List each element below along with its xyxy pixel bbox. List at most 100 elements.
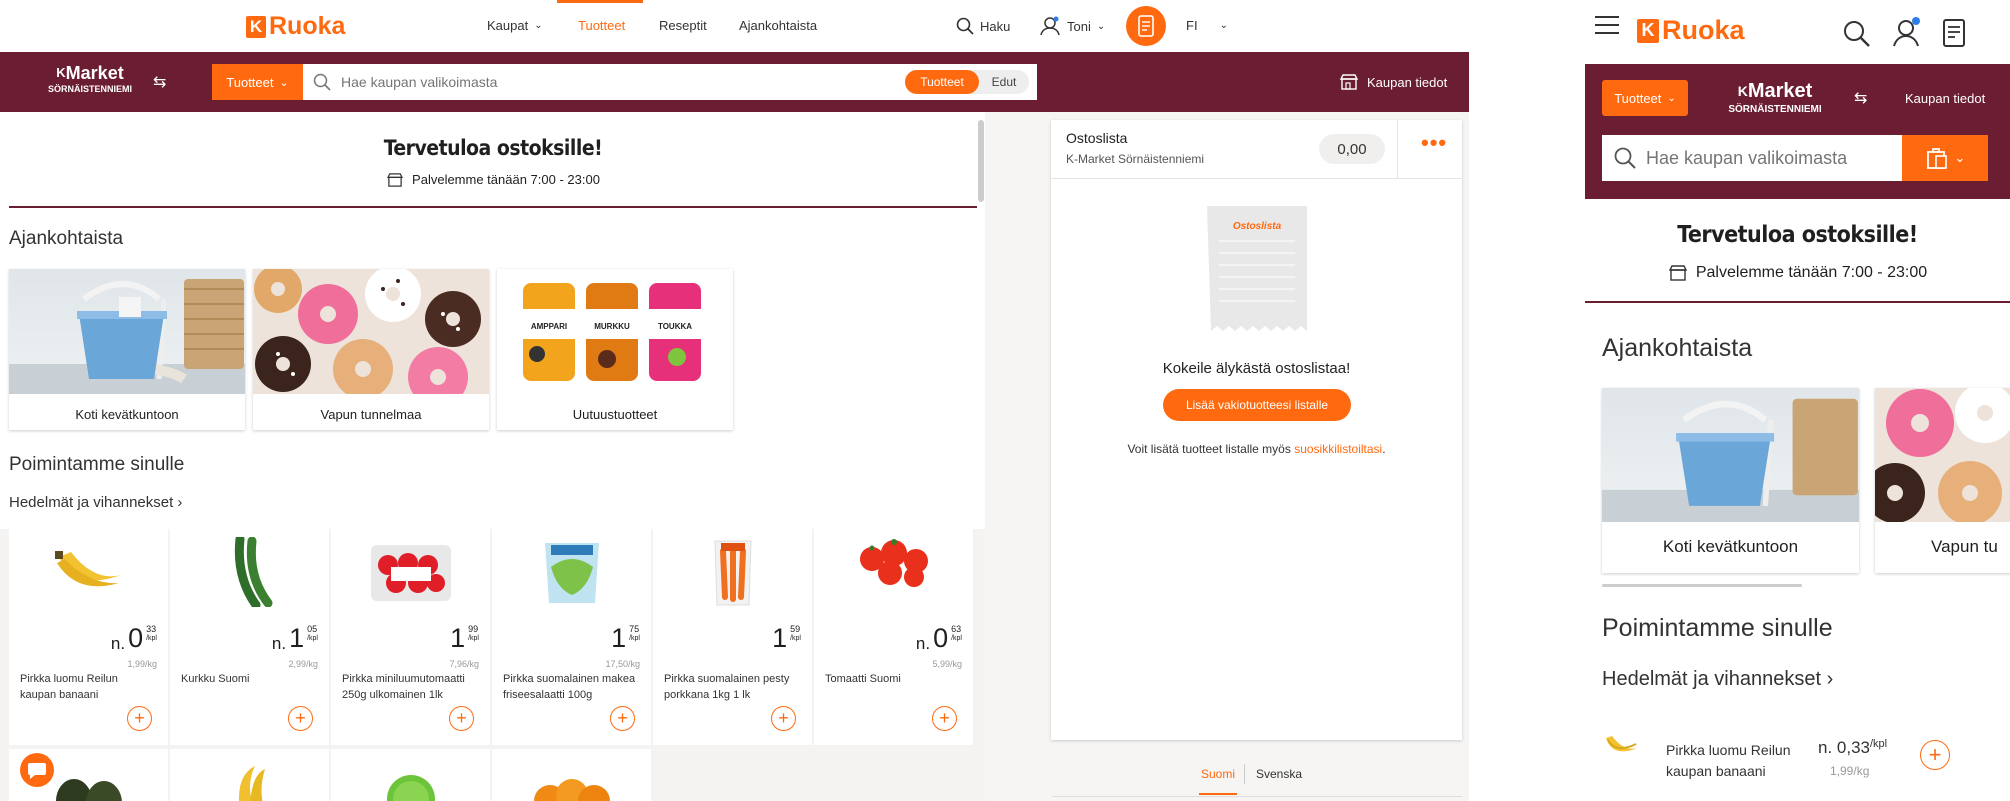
add-to-cart-button[interactable]: + xyxy=(127,706,152,731)
k-ruoka-logo[interactable]: K Ruoka xyxy=(1637,15,1745,46)
hours-text: Palvelemme tänään 7:00 - 23:00 xyxy=(1695,264,1928,281)
price-per-kg: 1,99/kg xyxy=(127,659,157,669)
mobile-category-link[interactable]: Hedelmät ja vihannekset › xyxy=(1602,668,1833,691)
can-label: MURKKU xyxy=(594,322,630,331)
mobile-picks-title: Poimintamme sinulle xyxy=(1602,614,1833,642)
search-icon xyxy=(1614,147,1636,169)
k-ruoka-logo[interactable]: K Ruoka xyxy=(246,12,345,41)
hint-text: Voit lisätä tuotteet listalle myös xyxy=(1127,442,1295,456)
change-store-icon[interactable]: ⇆ xyxy=(153,72,166,92)
search-link-label: Haku xyxy=(980,18,1011,34)
chat-button[interactable] xyxy=(20,753,54,787)
store-k: K xyxy=(56,65,66,80)
language-selector[interactable]: FI ⌄ xyxy=(1186,18,1228,33)
receipt-icon[interactable] xyxy=(1941,18,1967,48)
can-label: AMPPARI xyxy=(531,322,567,331)
mobile-card-koti[interactable]: Koti kevätkuntoon xyxy=(1602,388,1859,573)
card-koti-kevatkuntoon[interactable]: Koti kevätkuntoon xyxy=(9,269,245,430)
plus-icon: + xyxy=(1928,742,1942,767)
add-to-cart-button[interactable]: + xyxy=(610,706,635,731)
nav-label: Ajankohtaista xyxy=(739,18,818,33)
mobile-card-vapun[interactable]: Vapun tu xyxy=(1875,388,2010,573)
product-card[interactable] xyxy=(331,749,490,801)
change-store-icon[interactable]: ⇆ xyxy=(1854,88,1867,108)
mobile-welcome-title: Tervetuloa ostoksille! xyxy=(1677,222,1918,248)
store-info-link[interactable]: Kaupan tiedot xyxy=(1339,74,1447,90)
divider xyxy=(1051,178,1462,179)
search-icon[interactable] xyxy=(1843,20,1871,48)
mobile-search-field xyxy=(1602,135,1902,181)
divider xyxy=(1397,120,1398,178)
product-card[interactable]: 1 75/kpl 17,50/kg Pirkka suomalainen makea … xyxy=(492,529,651,745)
search-category-dropdown[interactable]: Tuotteet ⌄ xyxy=(212,64,303,100)
product-card[interactable]: 1 59/kpl Pirkka suomalainen pesty porkkana… xyxy=(653,529,812,745)
product-card[interactable]: n. 0 33/kpl 1,99/kg Pirkka luomu Reilun kaup… xyxy=(9,529,168,745)
product-card[interactable] xyxy=(492,749,651,801)
carousel-scrollbar[interactable] xyxy=(1602,584,1802,587)
product-card[interactable] xyxy=(170,749,329,801)
price-unit: /kpl xyxy=(629,635,640,642)
shopping-list-button[interactable] xyxy=(1126,6,1166,46)
product-image xyxy=(814,537,973,587)
plus-icon: + xyxy=(134,708,145,728)
nav-tuotteet[interactable]: Tuotteet xyxy=(578,18,625,33)
search-input[interactable] xyxy=(341,74,901,90)
card-label: Vapun tu xyxy=(1931,537,1998,556)
card-image: AMPPARI MURKKU TOUKKA xyxy=(497,269,733,394)
favorites-link[interactable]: suosikkilistoiltasi xyxy=(1294,442,1382,456)
lime-image xyxy=(387,775,435,801)
add-to-cart-button[interactable]: + xyxy=(771,706,796,731)
store-info-label: Kaupan tiedot xyxy=(1367,74,1448,90)
receipt-icon xyxy=(1138,15,1154,37)
mobile-search-input[interactable] xyxy=(1646,147,1896,169)
price-unit: /kpl xyxy=(790,635,801,642)
add-to-cart-button[interactable]: + xyxy=(449,706,474,731)
chevron-down-icon: ⌄ xyxy=(534,20,543,31)
price-euros: 1 xyxy=(772,623,788,653)
add-to-cart-button[interactable]: + xyxy=(932,706,957,731)
search-link[interactable]: Haku xyxy=(956,17,1010,35)
card-image xyxy=(1875,388,2010,522)
toggle-products[interactable]: Tuotteet xyxy=(905,70,979,94)
search-scope-toggle: Tuotteet Edut xyxy=(905,70,1029,94)
card-uutuustuotteet[interactable]: AMPPARI MURKKU TOUKKA Uutuustuotteet xyxy=(497,269,733,430)
store-info-link[interactable]: Kaupan tiedot xyxy=(1905,91,1985,106)
product-card[interactable]: n. 1 05/kpl 2,99/kg Kurkku Suomi + xyxy=(170,529,329,745)
product-card[interactable]: n. 0 63/kpl 5,99/kg Tomaatti Suomi + xyxy=(814,529,973,745)
mobile-search-scope-button[interactable]: ⌄ xyxy=(1902,135,1988,181)
chevron-down-icon: ⌄ xyxy=(1954,150,1966,165)
more-options-icon[interactable]: ••• xyxy=(1421,130,1447,156)
k-logo-box: K xyxy=(1637,18,1659,43)
store-icon xyxy=(1339,74,1359,90)
mobile-category-dropdown[interactable]: Tuotteet ⌄ xyxy=(1602,80,1688,116)
user-icon[interactable] xyxy=(1891,16,1923,48)
card-label: Vapun tunnelmaa xyxy=(320,407,422,422)
mobile-store-logo[interactable]: KMarket SÖRNÄISTENNIEMI xyxy=(1720,81,1830,115)
nav-kaupat[interactable]: Kaupat ⌄ xyxy=(487,18,543,33)
card-vapun-tunnelmaa[interactable]: Vapun tunnelmaa xyxy=(253,269,489,430)
price-prefix: n. xyxy=(915,634,931,653)
scrollbar-thumb[interactable] xyxy=(978,120,984,202)
toggle-deals[interactable]: Edut xyxy=(979,70,1029,94)
nav-reseptit[interactable]: Reseptit xyxy=(659,18,707,33)
product-card[interactable]: 1 99/kpl 7,96/kg Pirkka miniluumutomaatti 2… xyxy=(331,529,490,745)
add-to-cart-button[interactable]: + xyxy=(1920,740,1950,770)
price-cents: 99 xyxy=(468,624,479,634)
store-name: SÖRNÄISTENNIEMI xyxy=(1728,104,1822,115)
lang-tab-suomi[interactable]: Suomi xyxy=(1201,767,1235,781)
mobile-product-row[interactable]: Pirkka luomu Reilun kaupan banaani n. 0,… xyxy=(1602,720,2010,790)
hamburger-menu-icon[interactable] xyxy=(1595,16,1619,34)
price-prefix: n. xyxy=(110,634,126,653)
plus-icon: + xyxy=(295,708,306,728)
product-image-art xyxy=(544,543,599,603)
category-link[interactable]: Hedelmät ja vihannekset › xyxy=(9,494,182,511)
paper-label: Ostoslista xyxy=(1232,221,1282,232)
lang-tab-svenska[interactable]: Svenska xyxy=(1256,767,1302,781)
store-logo[interactable]: KMarket SÖRNÄISTENNIEMI xyxy=(40,64,140,94)
nav-ajankohtaista[interactable]: Ajankohtaista xyxy=(739,18,817,33)
add-to-cart-button[interactable]: + xyxy=(288,706,313,731)
add-staples-button[interactable]: Lisää vakiotuotteesi listalle xyxy=(1163,389,1351,421)
product-price: 1 59/kpl xyxy=(769,625,801,652)
price-per-kg: 17,50/kg xyxy=(605,659,640,669)
user-menu[interactable]: Toni ⌄ xyxy=(1039,16,1105,36)
